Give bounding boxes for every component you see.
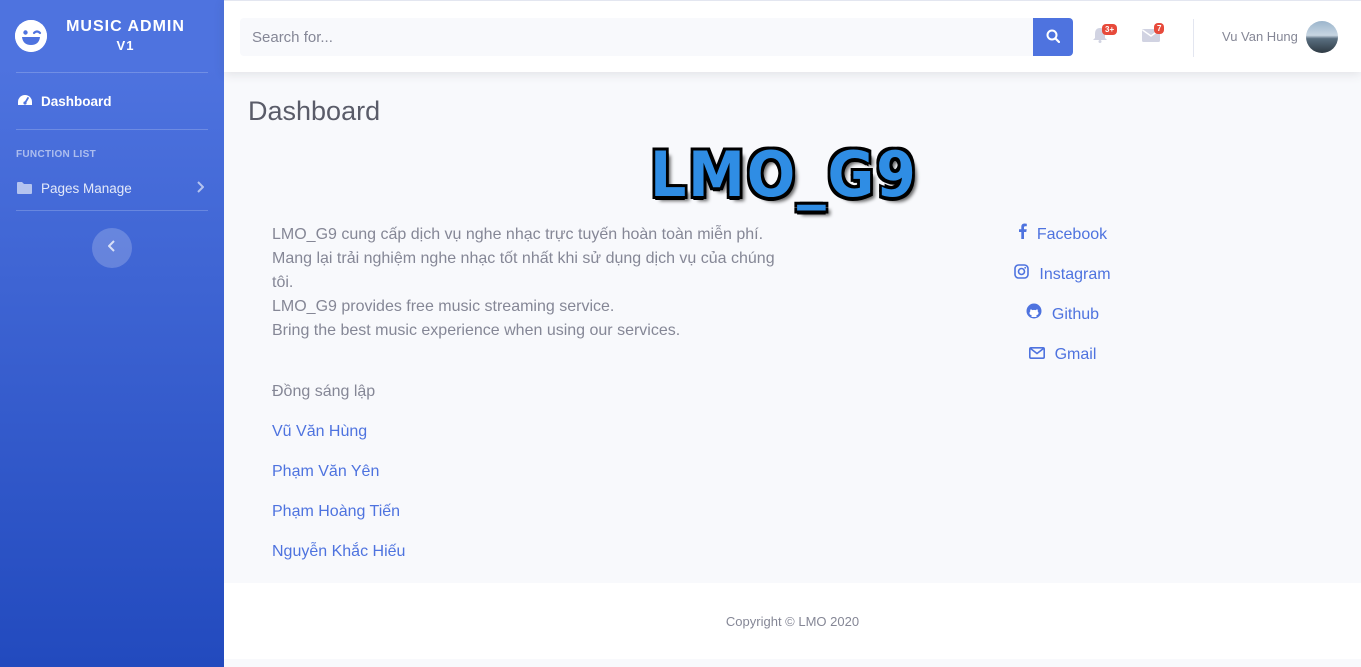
sidebar-item-dashboard[interactable]: Dashboard [0,73,224,129]
gmail-link[interactable]: Gmail [1000,343,1125,383]
chevron-right-icon [196,180,205,196]
copyright-text: Copyright © LMO 2020 [725,614,860,629]
sidebar-item-label: Dashboard [41,93,112,109]
founders-heading: Đồng sáng lập [272,383,376,400]
page-title: Dashboard [248,96,381,126]
instagram-link[interactable]: Instagram [1000,263,1125,303]
sidebar-brand[interactable]: MUSIC ADMIN V1 [0,0,224,72]
github-icon [1026,303,1042,327]
laugh-wink-icon [15,20,47,52]
envelope-icon [1028,343,1045,367]
facebook-icon [1018,223,1027,247]
sidebar-item-pages-manage[interactable]: Pages Manage [0,166,224,210]
founder-link[interactable]: Nguyễn Khắc Hiếu [272,543,405,583]
brand-title: MUSIC ADMIN V1 [47,17,224,55]
user-name[interactable]: Vu Van Hung [1222,29,1298,44]
social-label: Gmail [1054,346,1097,363]
lmo-logo: LMO_G9 [650,138,918,211]
sidebar-item-label: Pages Manage [41,180,132,196]
about-line: Mang lại trải nghiệm nghe nhạc tốt nhất … [272,250,775,291]
founders-list: Đồng sáng lập Vũ Văn Hùng Phạm Văn Yên P… [272,383,405,583]
topbar-divider [1193,19,1194,57]
sidebar: MUSIC ADMIN V1 Dashboard FUNCTION LIST P… [0,0,224,667]
search-icon [1046,29,1061,46]
footer: Copyright © LMO 2020 [224,583,1361,659]
social-links: Facebook Instagram Github Gmail [1000,223,1125,383]
brand-version: V1 [116,38,135,53]
founder-link[interactable]: Vũ Văn Hùng [272,423,405,463]
facebook-link[interactable]: Facebook [1000,223,1125,263]
search-button[interactable] [1033,18,1073,56]
sidebar-heading: FUNCTION LIST [16,149,97,160]
search-form [240,18,1073,56]
sidebar-divider [16,210,208,211]
social-label: Instagram [1039,266,1111,283]
chevron-left-icon [107,239,116,257]
messages-badge: 7 [1154,23,1165,34]
alerts-badge: 3+ [1102,24,1118,35]
about-line: LMO_G9 cung cấp dịch vụ nghe nhạc trực t… [272,226,764,243]
brand-name: MUSIC ADMIN [66,18,185,35]
about-text: LMO_G9 cung cấp dịch vụ nghe nhạc trực t… [272,223,792,343]
instagram-icon [1014,263,1030,287]
search-input[interactable] [240,18,1033,56]
topbar: 3+ 7 Vu Van Hung [224,0,1361,72]
alerts-dropdown[interactable]: 3+ [1093,24,1118,48]
about-line: Bring the best music experience when usi… [272,322,681,339]
founder-link[interactable]: Phạm Hoàng Tiến [272,503,405,543]
messages-dropdown[interactable]: 7 [1142,23,1165,47]
github-link[interactable]: Github [1000,303,1125,343]
sidebar-toggle-button[interactable] [92,228,132,268]
social-label: Github [1051,306,1100,323]
about-line: LMO_G9 provides free music streaming ser… [272,298,615,315]
social-label: Facebook [1036,226,1108,243]
folder-icon [17,182,33,194]
avatar[interactable] [1306,21,1338,53]
tachometer-icon [17,94,33,108]
founder-link[interactable]: Phạm Văn Yên [272,463,405,503]
